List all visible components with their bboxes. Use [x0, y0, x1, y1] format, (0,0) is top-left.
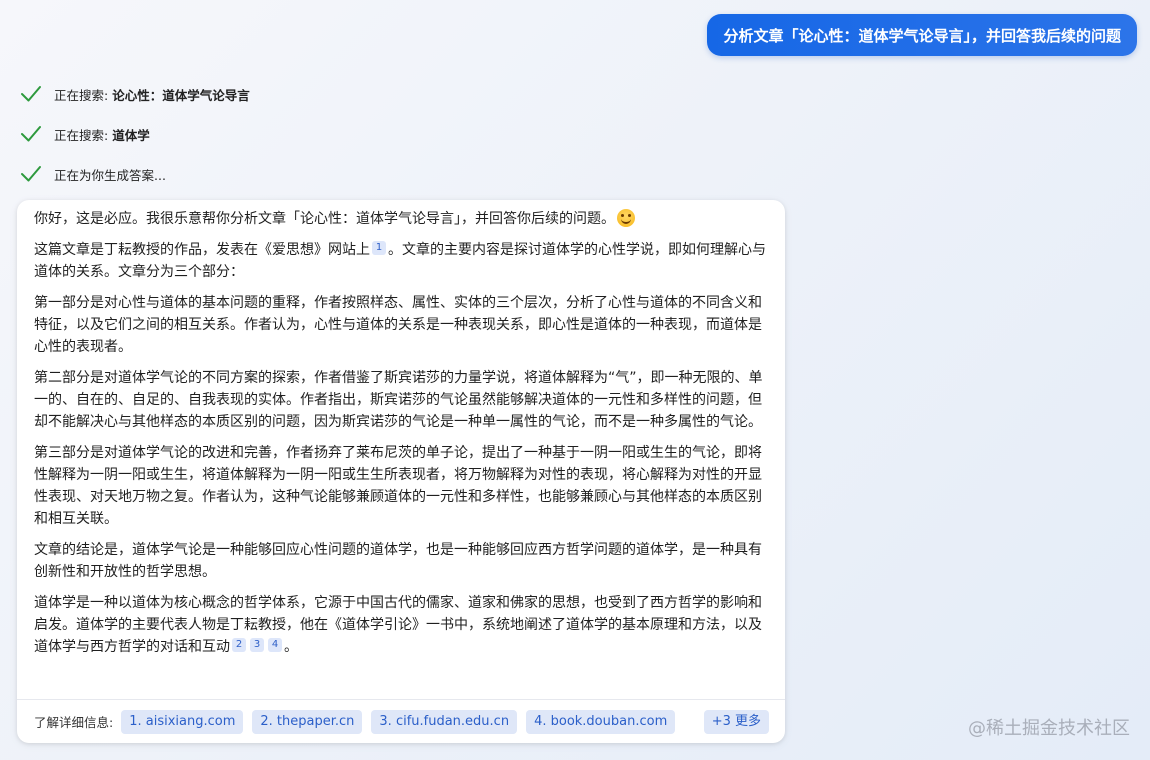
answer-paragraph: 这篇文章是丁耘教授的作品，发表在《爱思想》网站上 1 。文章的主要内容是探讨道体学的…	[34, 241, 766, 280]
answer-greeting: 你好，这是必应。我很乐意帮你分析文章「论心性：道体学气论导言」，并回答你后续的问…	[34, 208, 769, 230]
search-progress-steps: 正在搜索: 论心性：道体学气论导言 正在搜索: 道体学 正在为你生成答案...	[20, 84, 250, 204]
generating-step-text: 正在为你生成答案...	[54, 167, 166, 183]
user-message-bubble: 分析文章「论心性：道体学气论导言」，并回答我后续的问题	[707, 14, 1137, 56]
answer-paragraph: 第二部分是对道体学气论的不同方案的探索，作者借鉴了斯宾诺莎的力量学说，将道体解释…	[34, 370, 763, 430]
smile-emoji-icon	[617, 209, 635, 227]
watermark: @稀土掘金技术社区	[968, 718, 1130, 739]
source-link[interactable]: 1. aisixiang.com	[121, 709, 244, 734]
search-step: 正在搜索: 论心性：道体学气论导言	[20, 84, 250, 104]
answer-paragraph: 文章的结论是，道体学气论是一种能够回应心性问题的道体学，也是一种能够回应西方哲学…	[34, 542, 762, 580]
search-step-text: 正在搜索: 论心性：道体学气论导言	[54, 87, 250, 103]
checkmark-icon	[21, 166, 41, 182]
checkmark-icon	[21, 86, 41, 102]
sources-bar: 了解详细信息: 1. aisixiang.com 2. thepaper.cn …	[17, 699, 785, 743]
source-link[interactable]: 4. book.douban.com	[526, 709, 676, 734]
answer-paragraph: 第三部分是对道体学气论的改进和完善，作者扬弃了莱布尼茨的单子论，提出了一种基于一…	[34, 445, 762, 527]
answer-card: 你好，这是必应。我很乐意帮你分析文章「论心性：道体学气论导言」，并回答你后续的问…	[17, 200, 785, 743]
search-step-text: 正在搜索: 道体学	[54, 127, 150, 143]
checkmark-icon	[21, 126, 41, 142]
answer-body: 你好，这是必应。我很乐意帮你分析文章「论心性：道体学气论导言」，并回答你后续的问…	[17, 200, 785, 658]
citation-link[interactable]: 4	[268, 638, 282, 652]
generating-step: 正在为你生成答案...	[20, 164, 250, 184]
answer-paragraph: 第一部分是对心性与道体的基本问题的重释，作者按照样态、属性、实体的三个层次，分析…	[34, 295, 762, 355]
source-link[interactable]: 3. cifu.fudan.edu.cn	[371, 709, 518, 734]
source-link[interactable]: 2. thepaper.cn	[252, 709, 363, 734]
sources-label: 了解详细信息:	[34, 715, 114, 730]
citation-link[interactable]: 2	[232, 638, 246, 652]
citation-link[interactable]: 3	[250, 638, 264, 652]
more-sources-button[interactable]: +3 更多	[703, 709, 769, 734]
citation-link[interactable]: 1	[372, 241, 386, 255]
answer-paragraph: 道体学是一种以道体为核心概念的哲学体系，它源于中国古代的儒家、道家和佛家的思想，…	[34, 595, 762, 655]
search-step: 正在搜索: 道体学	[20, 124, 250, 144]
